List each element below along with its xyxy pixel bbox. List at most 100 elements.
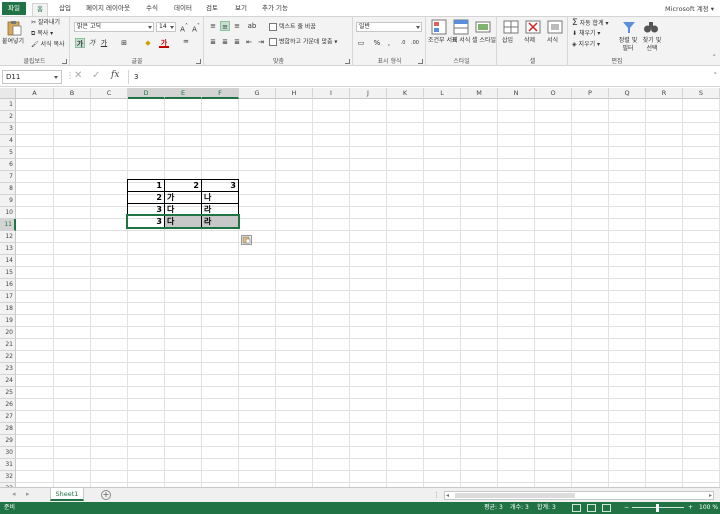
column-header-b[interactable]: B (54, 88, 91, 99)
row-header-23[interactable]: 23 (0, 363, 16, 375)
row-header-14[interactable]: 14 (0, 255, 16, 267)
worksheet-grid[interactable]: ABCDEFGHIJKLMNOPQRS 1 2 3 4 5 6 7 8 9 10 11 12 13 14 1… (0, 88, 720, 487)
column-header-a[interactable]: A (16, 88, 54, 99)
increase-indent-button[interactable]: ⇥ (256, 37, 266, 47)
column-header-h[interactable]: H (276, 88, 313, 99)
check-icon[interactable]: ✓ (92, 70, 100, 81)
row-header-19[interactable]: 19 (0, 315, 16, 327)
row-header-8[interactable]: 8 (0, 183, 16, 195)
column-header-q[interactable]: Q (609, 88, 646, 99)
page-break-view-icon[interactable] (602, 504, 611, 512)
tab-data[interactable]: 데이터 (170, 3, 196, 16)
row-header-11[interactable]: 11 (0, 219, 16, 231)
comma-style-button[interactable]: , (384, 38, 394, 48)
row-header-3[interactable]: 3 (0, 123, 16, 135)
clipboard-launcher[interactable] (62, 59, 67, 64)
add-sheet-icon[interactable]: + (101, 490, 111, 500)
cell-styles-button[interactable]: 셀 스타일 (472, 37, 496, 45)
row-header-30[interactable]: 30 (0, 447, 16, 459)
accounting-format-button[interactable]: ▭ (356, 38, 366, 48)
row-header-15[interactable]: 15 (0, 267, 16, 279)
number-format-select[interactable]: 일반 (356, 22, 422, 32)
tab-view[interactable]: 보기 (231, 3, 251, 16)
wrap-text-button[interactable]: 텍스트 줄 바꿈 (269, 23, 316, 32)
copy-button[interactable]: ⧉ 복사 ▾ (31, 30, 53, 38)
next-sheet-icon[interactable]: ▸ (26, 490, 30, 498)
row-header-28[interactable]: 28 (0, 423, 16, 435)
font-color-button[interactable]: 가 (159, 38, 169, 48)
increase-decimal-button[interactable]: .0 (398, 38, 408, 48)
column-header-g[interactable]: G (239, 88, 276, 99)
row-header-13[interactable]: 13 (0, 243, 16, 255)
prev-sheet-icon[interactable]: ◂ (12, 490, 16, 498)
normal-view-icon[interactable] (572, 504, 581, 512)
row-header-9[interactable]: 9 (0, 195, 16, 207)
page-layout-view-icon[interactable] (587, 504, 596, 512)
tab-add-ins[interactable]: 추가 기능 (258, 3, 292, 16)
scroll-right-icon[interactable]: ▸ (709, 492, 712, 499)
sort-filter-button[interactable]: 정렬 및 필터 (617, 37, 639, 53)
row-header-6[interactable]: 6 (0, 159, 16, 171)
align-top-button[interactable]: ≡ (208, 21, 218, 31)
column-header-l[interactable]: L (424, 88, 461, 99)
column-header-d[interactable]: D (128, 88, 165, 99)
zoom-out-icon[interactable]: − (624, 502, 629, 514)
fill-button[interactable]: ⬇ 채우기 ▾ (572, 30, 600, 38)
column-header-p[interactable]: P (572, 88, 609, 99)
row-header-4[interactable]: 4 (0, 135, 16, 147)
zoom-in-icon[interactable]: + (688, 502, 693, 514)
alignment-launcher[interactable] (345, 59, 350, 64)
column-header-o[interactable]: O (535, 88, 572, 99)
tab-home[interactable]: 홈 (32, 3, 48, 16)
paste-button[interactable]: 붙여넣기 (2, 38, 24, 46)
name-box[interactable]: D11 (2, 70, 62, 84)
align-center-button[interactable]: ≣ (220, 37, 230, 47)
column-header-r[interactable]: R (646, 88, 683, 99)
column-header-k[interactable]: K (387, 88, 424, 99)
row-header-24[interactable]: 24 (0, 375, 16, 387)
decrease-indent-button[interactable]: ⇤ (244, 37, 254, 47)
delete-cells-button[interactable]: 삭제 (524, 37, 535, 45)
orientation-button[interactable]: ab (247, 21, 257, 31)
decrease-decimal-button[interactable]: .00 (410, 38, 420, 48)
font-size-select[interactable]: 14 (156, 22, 176, 32)
select-all-button[interactable] (0, 88, 16, 99)
row-header-7[interactable]: 7 (0, 171, 16, 183)
cell-area[interactable]: 1 2 3 2 가 나 3 다 라 3 다 라 (16, 99, 720, 487)
row-header-25[interactable]: 25 (0, 387, 16, 399)
sheet-tab-sheet1[interactable]: Sheet1 (50, 488, 84, 501)
row-header-22[interactable]: 22 (0, 351, 16, 363)
merge-center-button[interactable]: 병합하고 가운데 맞춤 ▾ (269, 38, 337, 47)
tab-split-handle-icon[interactable]: ⋮ (433, 491, 440, 499)
column-header-e[interactable]: E (165, 88, 202, 99)
shrink-font-button[interactable]: A˅ (191, 22, 201, 33)
column-header-j[interactable]: J (350, 88, 387, 99)
cut-button[interactable]: ✂ 잘라내기 (31, 19, 60, 27)
align-right-button[interactable]: ≣ (232, 37, 242, 47)
tab-page-layout[interactable]: 페이지 레이아웃 (82, 3, 134, 16)
percent-style-button[interactable]: % (372, 38, 382, 48)
row-header-10[interactable]: 10 (0, 207, 16, 219)
column-header-f[interactable]: F (202, 88, 239, 99)
row-header-1[interactable]: 1 (0, 99, 16, 111)
column-header-s[interactable]: S (683, 88, 720, 99)
row-header-5[interactable]: 5 (0, 147, 16, 159)
row-header-31[interactable]: 31 (0, 459, 16, 471)
scroll-left-icon[interactable]: ◂ (446, 492, 449, 499)
cancel-icon[interactable]: ✕ (74, 70, 82, 81)
paste-icon[interactable] (6, 20, 22, 36)
bold-button[interactable]: 가 (75, 38, 85, 48)
insert-function-button[interactable]: fx (111, 70, 119, 80)
number-launcher[interactable] (418, 59, 423, 64)
align-middle-button[interactable]: ≡ (220, 21, 230, 31)
row-header-12[interactable]: 12 (0, 231, 16, 243)
italic-button[interactable]: 가 (87, 38, 97, 48)
fill-color-button[interactable]: ◆ (143, 38, 153, 48)
quick-analysis-button[interactable] (241, 235, 252, 245)
row-header-2[interactable]: 2 (0, 111, 16, 123)
table-format-button[interactable]: 표 서식 (450, 37, 472, 45)
row-header-21[interactable]: 21 (0, 339, 16, 351)
conditional-format-button[interactable]: 조건부 서식 (428, 37, 458, 45)
grow-font-button[interactable]: A˄ (179, 22, 189, 33)
format-painter-button[interactable]: 🖌 서식 복사 (31, 41, 65, 49)
